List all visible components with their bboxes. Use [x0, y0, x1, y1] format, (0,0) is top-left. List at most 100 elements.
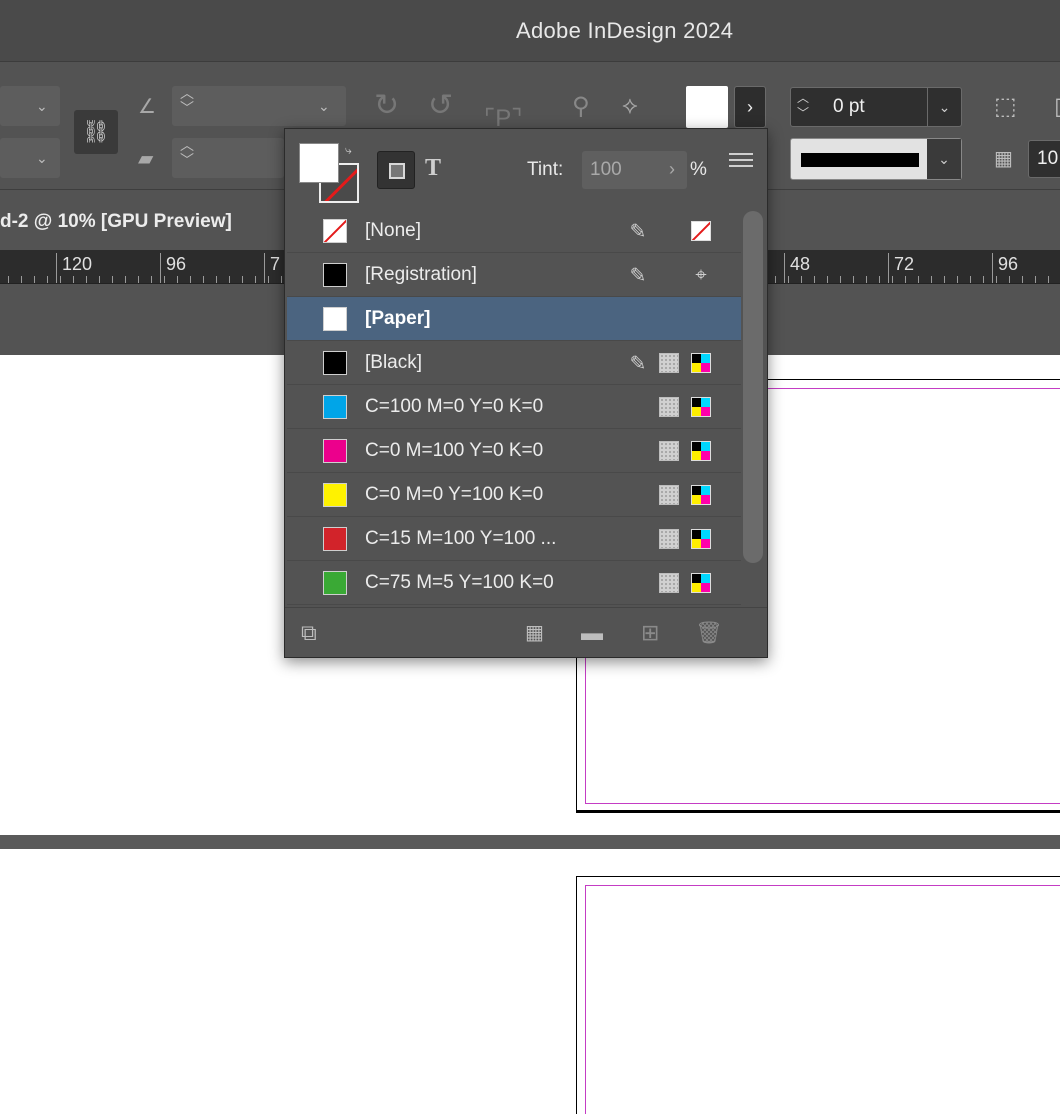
ruler-minor-tick	[112, 276, 113, 283]
ruler-minor-tick	[99, 276, 100, 283]
stroke-type-dropdown[interactable]: ⌄	[790, 138, 962, 180]
show-swatch-kinds-icon[interactable]: ▦	[525, 620, 544, 645]
ruler-tick	[888, 253, 889, 283]
swatch-list[interactable]: [None] ✎ [Registration] ✎ ⌖ [Paper] [Black] ✎ C=…	[287, 209, 741, 605]
rotate-counterclockwise-icon[interactable]: ↺	[428, 88, 453, 123]
swatch-row[interactable]: C=100 M=0 Y=0 K=0	[287, 385, 741, 429]
select-content-icon[interactable]: ⟡	[622, 92, 638, 120]
ruler-minor-tick	[788, 276, 789, 283]
cannot-edit-pencil-icon: ✎	[629, 353, 647, 375]
fill-proxy-front[interactable]	[299, 143, 339, 183]
stroke-type-preview	[801, 153, 919, 167]
stroke-weight-field[interactable]: ︿ ﹀ 0 pt ⌄	[790, 87, 962, 127]
swatch-row[interactable]: [Registration] ✎ ⌖	[287, 253, 741, 297]
process-color-icon	[659, 529, 679, 549]
swatches-panel: ⤷ T Tint: 100 › % [None] ✎ [Registration] ✎…	[284, 128, 768, 658]
cmyk-mode-icon	[691, 397, 711, 417]
height-field[interactable]	[0, 138, 60, 178]
opacity-field[interactable]: 10	[1028, 140, 1060, 178]
select-container-icon[interactable]: ⚲	[572, 92, 590, 121]
constrain-proportions-link-icon[interactable]: ⛓	[74, 110, 118, 154]
formatting-affects-container-button[interactable]	[377, 151, 415, 189]
swatch-row[interactable]: C=0 M=100 Y=0 K=0	[287, 429, 741, 473]
swatch-row[interactable]: C=15 M=100 Y=100 ...	[287, 517, 741, 561]
swatch-row[interactable]: [Paper]	[287, 297, 741, 341]
swatch-list-scrollbar[interactable]	[743, 211, 763, 603]
fill-color-swatch[interactable]	[686, 86, 728, 128]
tint-value[interactable]: 100	[590, 159, 622, 181]
delete-swatch-trash-icon[interactable]: 🗑	[695, 620, 723, 646]
swatch-expand-button[interactable]: ›	[734, 86, 766, 128]
chevron-down-icon[interactable]: ⌄	[927, 139, 961, 179]
stroke-weight-value[interactable]: 0 pt	[833, 96, 865, 118]
ruler-tick	[784, 253, 785, 283]
panel-menu-icon[interactable]	[729, 153, 753, 167]
document-tab-title[interactable]: d-2 @ 10% [GPU Preview]	[0, 211, 232, 233]
cannot-edit-pencil-icon: ✎	[629, 265, 647, 287]
process-color-icon	[659, 353, 679, 373]
process-color-icon	[659, 397, 679, 417]
ruler-minor-tick	[879, 276, 880, 283]
opacity-icon: ▦	[994, 148, 1013, 170]
document-tab[interactable]: d-2 @ 10% [GPU Preview]	[0, 200, 290, 246]
ruler-tick	[56, 253, 57, 283]
swatch-name: C=100 M=0 Y=0 K=0	[365, 396, 544, 417]
ruler-minor-tick	[801, 276, 802, 283]
new-swatch-icon[interactable]: ⊞	[641, 620, 659, 646]
chevron-down-icon[interactable]: ⌄	[318, 98, 330, 115]
stepper-arrows-icon[interactable]: ︿ ﹀	[180, 86, 194, 116]
ruler-minor-tick	[840, 276, 841, 283]
frame-fitting-icon[interactable]: ⬚	[994, 92, 1017, 121]
ruler-minor-tick	[775, 276, 776, 283]
ruler-minor-tick	[60, 276, 61, 283]
chevron-down-icon[interactable]: ⌄	[36, 150, 48, 167]
swatch-row[interactable]: C=0 M=0 Y=100 K=0	[287, 473, 741, 517]
ruler-minor-tick	[281, 276, 282, 283]
tint-slider-arrow-icon[interactable]: ›	[669, 159, 675, 180]
none-mode-icon	[691, 221, 711, 241]
new-color-group-folder-icon[interactable]: ▬	[581, 620, 603, 646]
ruler-minor-tick	[21, 276, 22, 283]
ruler-minor-tick	[34, 276, 35, 283]
stepper-arrows-icon[interactable]: ︿ ﹀	[180, 138, 194, 168]
rotate-clockwise-icon[interactable]: ↻	[374, 88, 399, 123]
ruler-minor-tick	[125, 276, 126, 283]
swatch-name: C=0 M=0 Y=100 K=0	[365, 484, 544, 505]
swatch-name: C=15 M=100 Y=100 ...	[365, 528, 557, 549]
process-color-icon	[659, 485, 679, 505]
swatch-row[interactable]: [Black] ✎	[287, 341, 741, 385]
ruler-minor-tick	[138, 276, 139, 283]
ruler-minor-tick	[190, 276, 191, 283]
cannot-edit-pencil-icon: ✎	[629, 221, 647, 243]
ruler-minor-tick	[957, 276, 958, 283]
scroll-thumb[interactable]	[743, 211, 763, 563]
swatch-name: [Paper]	[365, 308, 431, 329]
ruler-minor-tick	[1048, 276, 1049, 283]
ruler-minor-tick	[1022, 276, 1023, 283]
process-color-icon	[659, 573, 679, 593]
chevron-down-icon[interactable]: ⌄	[36, 98, 48, 115]
width-field[interactable]	[0, 86, 60, 126]
ruler-minor-tick	[866, 276, 867, 283]
formatting-affects-text-icon[interactable]: T	[425, 155, 441, 182]
chevron-down-icon[interactable]: ⌄	[927, 88, 961, 126]
swap-fill-stroke-icon[interactable]: ⤷	[345, 143, 352, 158]
swatch-row[interactable]: [None] ✎	[287, 209, 741, 253]
tint-percent-label: %	[690, 159, 707, 180]
import-swatches-icon[interactable]: ⧉	[301, 620, 317, 646]
cmyk-mode-icon	[691, 485, 711, 505]
tint-field[interactable]: 100 ›	[582, 151, 687, 189]
ruler-minor-tick	[853, 276, 854, 283]
ruler-label: 120	[62, 254, 93, 274]
swatch-name: [None]	[365, 220, 421, 241]
ruler-minor-tick	[1035, 276, 1036, 283]
swatch-color-chip	[323, 351, 347, 375]
ruler-tick	[992, 253, 993, 283]
swatch-color-chip	[323, 219, 347, 243]
container-icon	[389, 163, 405, 179]
window-title-bar: Adobe InDesign 2024	[0, 0, 1060, 62]
ruler-minor-tick	[892, 276, 893, 283]
frame-icon[interactable]: ▯	[1054, 92, 1060, 121]
stepper-arrows-icon[interactable]: ︿ ﹀	[797, 91, 809, 121]
swatch-row[interactable]: C=75 M=5 Y=100 K=0	[287, 561, 741, 605]
